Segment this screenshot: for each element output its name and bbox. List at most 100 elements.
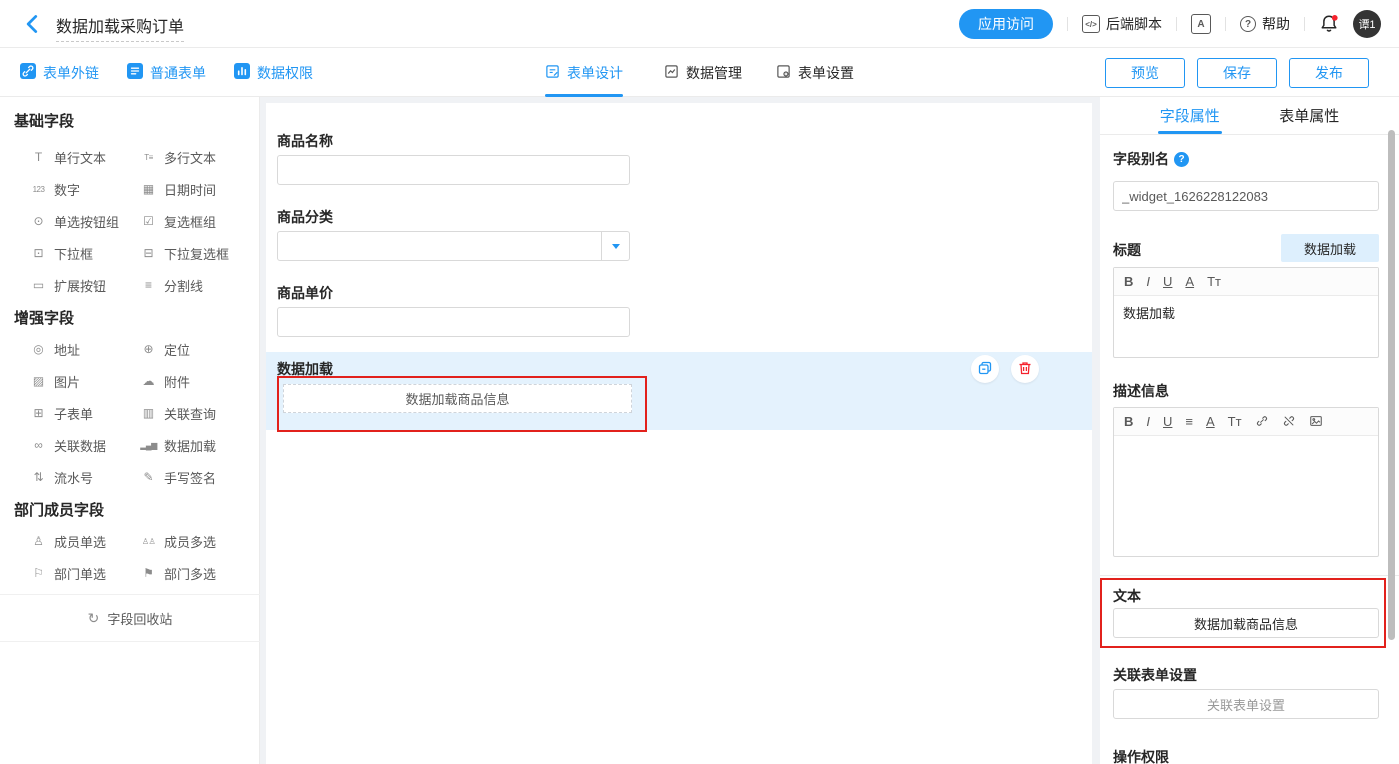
backend-script-label: 后端脚本 <box>1106 14 1162 34</box>
field-item-member-multi[interactable]: ♙♙ 成员多选 <box>140 531 216 551</box>
field-item-select[interactable]: ⊡下拉框 <box>30 243 93 263</box>
select-caret-button[interactable] <box>601 232 629 260</box>
field-label: 成员多选 <box>164 532 216 551</box>
form-title[interactable]: 数据加载采购订单 <box>56 13 184 42</box>
tab-data-manage[interactable]: 数据管理 <box>664 48 742 97</box>
select-icon: ⊡ <box>30 246 47 260</box>
field-label: 日期时间 <box>164 180 216 199</box>
field-item-address[interactable]: ◎地址 <box>30 339 80 359</box>
field-item-subform[interactable]: ⊞子表单 <box>30 403 93 423</box>
multi-line-text-icon: T≡ <box>140 153 157 162</box>
field-item-extend-button[interactable]: ▭扩展按钮 <box>30 275 106 295</box>
toolbar-actions: 预览 保存 发布 <box>1105 48 1369 97</box>
related-query-icon: ▥ <box>140 406 157 420</box>
title-editor-toolbar: B I U A Tт <box>1114 268 1378 296</box>
field-alias-input[interactable] <box>1113 181 1379 211</box>
field-item-department-multi[interactable]: ⚑部门多选 <box>140 563 216 583</box>
form-external-link-button[interactable]: 表单外链 <box>20 63 99 83</box>
font-size-icon[interactable]: Tт <box>1207 275 1221 288</box>
field-label: 附件 <box>164 372 190 391</box>
back-button[interactable] <box>22 13 44 35</box>
title-insert-badge[interactable]: 数据加载 <box>1281 234 1379 262</box>
data-load-field-label: 数据加载 <box>277 359 333 379</box>
underline-icon[interactable]: U <box>1163 275 1172 288</box>
multi-select-icon: ⊟ <box>140 246 157 260</box>
radio-group-icon: ⊙ <box>30 214 47 228</box>
field-item-department-single[interactable]: ⚐部门单选 <box>30 563 106 583</box>
member-multi-icon: ♙♙ <box>140 537 157 546</box>
signature-icon: ✎ <box>140 470 157 484</box>
field-item-image[interactable]: ▨图片 <box>30 371 80 391</box>
related-form-settings-label: 关联表单设置 <box>1113 665 1197 685</box>
field-item-location[interactable]: ⊕定位 <box>140 339 190 359</box>
field-item-attachment[interactable]: ☁附件 <box>140 371 190 391</box>
preview-button[interactable]: 预览 <box>1105 58 1185 88</box>
field-item-number[interactable]: 123数字 <box>30 179 80 199</box>
tab-form-properties[interactable]: 表单属性 <box>1250 97 1370 134</box>
field-item-related-data[interactable]: ∞关联数据 <box>30 435 106 455</box>
field-item-related-query[interactable]: ▥关联查询 <box>140 403 216 423</box>
field-item-radio-group[interactable]: ⊙单选按钮组 <box>30 211 119 231</box>
field-recycle-bin-button[interactable]: ↻ 字段回收站 <box>0 595 260 641</box>
delete-field-button[interactable] <box>1011 355 1039 383</box>
insert-image-icon[interactable] <box>1309 414 1323 430</box>
journal-button[interactable]: A <box>1191 14 1211 34</box>
field-item-multi-select[interactable]: ⊟下拉复选框 <box>140 243 229 263</box>
product-name-input[interactable] <box>277 155 630 185</box>
data-load-trigger-button[interactable]: 数据加载商品信息 <box>283 384 632 413</box>
product-category-select[interactable] <box>277 231 630 261</box>
publish-button[interactable]: 发布 <box>1289 58 1369 88</box>
font-color-icon[interactable]: A <box>1185 275 1194 288</box>
field-item-checkbox-group[interactable]: ☑复选框组 <box>140 211 216 231</box>
help-button[interactable]: ? 帮助 <box>1240 14 1290 34</box>
description-label: 描述信息 <box>1113 381 1169 401</box>
serial-number-icon: ⇅ <box>30 470 47 484</box>
product-price-input[interactable] <box>277 307 630 337</box>
bar-chart-icon <box>234 63 250 82</box>
related-form-settings-button[interactable]: 关联表单设置 <box>1113 689 1379 719</box>
app-access-button[interactable]: 应用访问 <box>959 9 1053 39</box>
field-item-data-load[interactable]: ▂▄▆数据加载 <box>140 435 216 455</box>
plain-form-button[interactable]: 普通表单 <box>127 63 206 83</box>
recycle-icon: ↻ <box>88 610 100 627</box>
notification-bell-button[interactable] <box>1319 14 1339 34</box>
tab-field-properties[interactable]: 字段属性 <box>1130 97 1250 134</box>
field-label: 多行文本 <box>164 148 216 167</box>
font-color-icon[interactable]: A <box>1206 415 1215 428</box>
copy-field-button[interactable] <box>971 355 999 383</box>
italic-icon[interactable]: I <box>1146 415 1150 428</box>
save-button[interactable]: 保存 <box>1197 58 1277 88</box>
field-item-divider[interactable]: ≡分割线 <box>140 275 203 295</box>
field-item-member-single[interactable]: ♙成员单选 <box>30 531 106 551</box>
link-icon[interactable] <box>1255 414 1269 430</box>
bold-icon[interactable]: B <box>1124 275 1133 288</box>
align-icon[interactable]: ≡ <box>1185 415 1193 428</box>
tab-form-design[interactable]: 表单设计 <box>545 48 623 97</box>
recycle-bin-label: 字段回收站 <box>107 609 172 628</box>
backend-script-button[interactable]: </> 后端脚本 <box>1082 14 1162 34</box>
data-load-field-selected[interactable]: 数据加载 数据加载商品信息 <box>266 352 1092 430</box>
alias-help-icon[interactable]: ? <box>1174 152 1189 167</box>
operation-permission-label: 操作权限 <box>1113 747 1169 764</box>
tab-form-settings[interactable]: 表单设置 <box>776 48 854 97</box>
data-load-text-button[interactable]: 数据加载商品信息 <box>1113 608 1379 638</box>
font-size-icon[interactable]: Tт <box>1228 415 1242 428</box>
title-editor-content[interactable]: 数据加载 <box>1114 296 1378 329</box>
field-item-multi-line-text[interactable]: T≡ 多行文本 <box>140 147 216 167</box>
underline-icon[interactable]: U <box>1163 415 1172 428</box>
field-item-serial-number[interactable]: ⇅流水号 <box>30 467 93 487</box>
field-label: 分割线 <box>164 276 203 295</box>
avatar[interactable]: 谭1 <box>1353 10 1381 38</box>
field-item-signature[interactable]: ✎手写签名 <box>140 467 216 487</box>
field-item-datetime[interactable]: ▦日期时间 <box>140 179 216 199</box>
unlink-icon[interactable] <box>1282 414 1296 430</box>
title-label: 标题 <box>1113 240 1141 260</box>
description-editor-content[interactable] <box>1114 436 1378 557</box>
panel-scrollbar[interactable] <box>1388 130 1395 640</box>
data-permission-button[interactable]: 数据权限 <box>234 63 313 83</box>
bold-icon[interactable]: B <box>1124 415 1133 428</box>
field-item-single-line-text[interactable]: T单行文本 <box>30 147 106 167</box>
field-label: 复选框组 <box>164 212 216 231</box>
product-name-label: 商品名称 <box>277 131 333 151</box>
italic-icon[interactable]: I <box>1146 275 1150 288</box>
